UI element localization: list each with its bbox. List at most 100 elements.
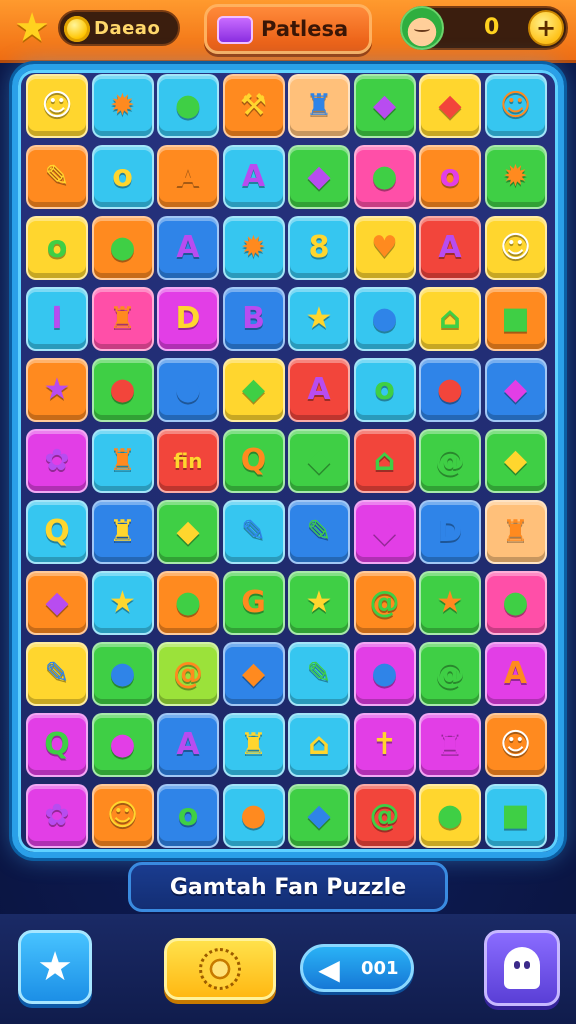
puzzle-tile[interactable]: ⌂ xyxy=(288,713,350,777)
puzzle-tile[interactable]: ◆ xyxy=(222,358,285,422)
puzzle-tile[interactable]: o xyxy=(419,145,481,209)
bottom-bar: ★ ◀ 001 xyxy=(0,914,576,1024)
star-icon[interactable]: ★ xyxy=(10,5,54,51)
avatar[interactable] xyxy=(400,6,444,50)
puzzle-tile[interactable]: o xyxy=(91,145,154,209)
puzzle-tile[interactable]: ● xyxy=(157,358,219,422)
puzzle-tile[interactable]: o xyxy=(26,216,88,280)
puzzle-tile[interactable]: ◆ xyxy=(288,784,350,848)
puzzle-tile[interactable]: ● xyxy=(91,358,154,422)
puzzle-tile[interactable]: ♥ xyxy=(353,216,416,280)
puzzle-tile[interactable]: ⌂ xyxy=(353,429,416,493)
puzzle-tile[interactable]: Q xyxy=(26,500,88,564)
puzzle-tile[interactable]: ✎ xyxy=(26,642,88,706)
puzzle-tile[interactable]: ♜ xyxy=(91,429,154,493)
puzzle-tile[interactable]: ✎ xyxy=(26,145,88,209)
puzzle-tile[interactable]: ★ xyxy=(91,571,154,635)
puzzle-tile[interactable]: ◆ xyxy=(26,571,88,635)
puzzle-tile[interactable]: B xyxy=(222,287,285,351)
puzzle-tile[interactable]: ★ xyxy=(419,571,481,635)
ghost-button[interactable] xyxy=(484,930,560,1006)
currency-display[interactable]: Daeao xyxy=(58,10,180,46)
puzzle-tile[interactable]: ♜ xyxy=(91,500,154,564)
puzzle-tile[interactable]: ★ xyxy=(288,287,350,351)
puzzle-tile[interactable]: ◆ xyxy=(157,500,219,564)
puzzle-tile[interactable]: fin xyxy=(157,429,219,493)
puzzle-tile[interactable]: ◆ xyxy=(484,358,547,422)
puzzle-tile[interactable]: ● xyxy=(157,74,219,138)
puzzle-tile[interactable]: Q xyxy=(26,713,88,777)
puzzle-tile[interactable]: ☺ xyxy=(91,784,154,848)
puzzle-tile[interactable]: ◆ xyxy=(222,642,285,706)
puzzle-tile[interactable]: ● xyxy=(91,216,154,280)
puzzle-tile[interactable]: ⚒ xyxy=(222,74,285,138)
puzzle-tile[interactable]: ☺ xyxy=(484,216,547,280)
puzzle-tile[interactable]: ♜ xyxy=(222,713,285,777)
gear-icon xyxy=(199,948,241,990)
puzzle-tile[interactable]: ● xyxy=(353,145,416,209)
puzzle-tile[interactable]: ● xyxy=(91,713,154,777)
puzzle-tile[interactable]: ■ xyxy=(484,784,547,848)
puzzle-tile[interactable]: ● xyxy=(91,642,154,706)
puzzle-tile[interactable]: ✎ xyxy=(222,500,285,564)
puzzle-tile[interactable]: @ xyxy=(419,642,481,706)
title-badge[interactable]: Patlesa xyxy=(204,4,372,54)
puzzle-tile[interactable]: ☺ xyxy=(484,713,547,777)
puzzle-tile[interactable]: ✹ xyxy=(91,74,154,138)
puzzle-tile[interactable]: A xyxy=(419,216,481,280)
puzzle-tile[interactable]: A xyxy=(484,642,547,706)
puzzle-tile[interactable]: ★ xyxy=(288,571,350,635)
puzzle-tile[interactable]: A xyxy=(157,713,219,777)
puzzle-tile[interactable]: ☺ xyxy=(26,74,88,138)
puzzle-tile[interactable]: ♜ xyxy=(419,713,481,777)
puzzle-tile[interactable]: ✿ xyxy=(26,429,88,493)
puzzle-tile[interactable]: ✝ xyxy=(353,713,416,777)
puzzle-tile[interactable]: ◆ xyxy=(353,500,416,564)
puzzle-tile[interactable]: ● xyxy=(157,571,219,635)
puzzle-tile[interactable]: ⌂ xyxy=(419,287,481,351)
puzzle-tile[interactable]: ★ xyxy=(26,358,88,422)
puzzle-tile[interactable]: A xyxy=(222,145,285,209)
puzzle-tile[interactable]: ● xyxy=(222,784,285,848)
puzzle-tile[interactable]: ✿ xyxy=(26,784,88,848)
puzzle-tile[interactable]: ✹ xyxy=(222,216,285,280)
puzzle-tile[interactable]: ✎ xyxy=(288,500,350,564)
puzzle-tile[interactable]: ◆ xyxy=(484,429,547,493)
puzzle-tile[interactable]: ☺ xyxy=(484,74,547,138)
puzzle-tile[interactable]: ● xyxy=(419,784,481,848)
favorites-button[interactable]: ★ xyxy=(18,930,92,1004)
puzzle-tile[interactable]: ♜ xyxy=(484,500,547,564)
puzzle-tile[interactable]: ◆ xyxy=(288,429,350,493)
puzzle-tile[interactable]: ◆ xyxy=(419,74,481,138)
puzzle-tile[interactable]: I xyxy=(26,287,88,351)
puzzle-tile[interactable]: ◆ xyxy=(288,145,350,209)
puzzle-tile[interactable]: A xyxy=(157,216,219,280)
puzzle-tile[interactable]: A xyxy=(288,358,350,422)
add-score-button[interactable]: + xyxy=(528,10,564,46)
puzzle-tile[interactable]: Q xyxy=(222,429,285,493)
sound-button[interactable]: ◀ 001 xyxy=(300,944,414,992)
puzzle-tile[interactable]: ◆ xyxy=(353,74,416,138)
puzzle-tile[interactable]: D xyxy=(419,500,481,564)
puzzle-tile[interactable]: D xyxy=(157,287,219,351)
puzzle-tile[interactable]: @ xyxy=(353,571,416,635)
puzzle-tile[interactable]: ✹ xyxy=(484,145,547,209)
puzzle-tile[interactable]: @ xyxy=(419,429,481,493)
puzzle-tile[interactable]: 8 xyxy=(288,216,350,280)
puzzle-tile[interactable]: ● xyxy=(484,571,547,635)
puzzle-tile[interactable]: ● xyxy=(353,287,416,351)
puzzle-tile[interactable]: ● xyxy=(419,358,481,422)
settings-button[interactable] xyxy=(164,938,276,1000)
puzzle-tile[interactable]: ■ xyxy=(484,287,547,351)
puzzle-tile[interactable]: ♜ xyxy=(91,287,154,351)
puzzle-tile[interactable]: o xyxy=(157,784,219,848)
puzzle-tile[interactable]: ● xyxy=(353,642,416,706)
puzzle-tile[interactable]: A xyxy=(157,145,219,209)
puzzle-tile[interactable]: @ xyxy=(157,642,219,706)
puzzle-tile[interactable]: o xyxy=(353,358,416,422)
puzzle-tile[interactable]: @ xyxy=(353,784,416,848)
puzzle-tile[interactable]: ✎ xyxy=(288,642,350,706)
puzzle-tile[interactable]: ♜ xyxy=(288,74,350,138)
puzzle-tile[interactable]: G xyxy=(222,571,285,635)
title-banner: Gamtah Fan Puzzle xyxy=(128,862,448,912)
